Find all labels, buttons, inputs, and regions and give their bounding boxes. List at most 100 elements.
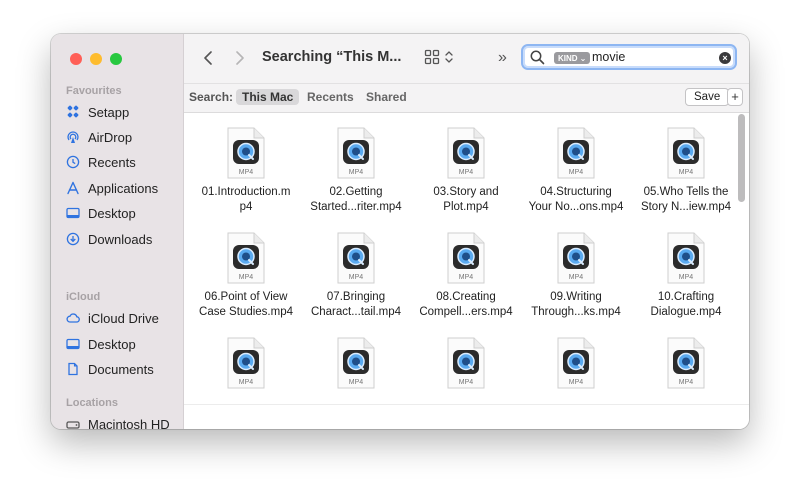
file-name-line1: 09.Writing: [550, 291, 602, 303]
kind-token[interactable]: KIND ⌄: [554, 52, 591, 64]
minimize-button[interactable]: [90, 53, 102, 65]
file-type-label: MP4: [459, 274, 474, 281]
file-item[interactable]: MP4 10.Crafting Dialogue.mp4: [631, 232, 735, 320]
sidebar-item-icloud-desktop[interactable]: Desktop: [66, 334, 136, 354]
file-item[interactable]: MP4: [521, 337, 631, 395]
favourites-title: Favourites: [66, 85, 122, 97]
search-field[interactable]: KIND ⌄ movie ×: [521, 44, 737, 70]
sidebar-item-documents[interactable]: Documents: [66, 359, 154, 379]
sidebar-item-airdrop[interactable]: AirDrop: [66, 127, 132, 147]
file-type-label: MP4: [239, 169, 254, 176]
sidebar-item-label: iCloud Drive: [88, 310, 159, 326]
chevron-right-icon: [236, 51, 244, 65]
file-item[interactable]: MP4 01.Introduction.m p4: [191, 127, 301, 215]
cloud-icon: [66, 313, 80, 323]
file-name-line1: 02.Getting: [329, 186, 383, 198]
save-search-button[interactable]: Save: [685, 88, 730, 106]
file-item[interactable]: MP4 04.Structuring Your No...ons.mp4: [521, 127, 631, 215]
file-item[interactable]: MP4 02.Getting Started...riter.mp4: [301, 127, 411, 215]
icloud-title: iCloud: [66, 291, 101, 303]
mp4-file-icon: MP4: [557, 337, 595, 389]
file-type-label: MP4: [459, 379, 474, 386]
sidebar-item-applications[interactable]: Applications: [66, 178, 158, 198]
file-item[interactable]: MP4 08.Creating Compell...ers.mp4: [411, 232, 521, 320]
setapp-icon: [67, 105, 79, 118]
window-title: Searching “This M...: [262, 49, 402, 65]
file-name: 06.Point of View Case Studies.mp4: [191, 290, 301, 320]
mp4-file-icon: MP4: [227, 232, 265, 284]
zoom-button[interactable]: [110, 53, 122, 65]
file-name-line1: 10.Crafting: [657, 291, 715, 303]
sidebar-item-macintosh-hd[interactable]: Macintosh HD: [66, 414, 170, 429]
scope-label: Search:: [189, 90, 234, 104]
file-type-label: MP4: [569, 169, 584, 176]
file-item[interactable]: MP4 06.Point of View Case Studies.mp4: [191, 232, 301, 320]
file-name-line2: Started...riter.mp4: [310, 201, 402, 213]
mp4-file-icon: MP4: [337, 232, 375, 284]
file-item[interactable]: MP4: [411, 337, 521, 395]
file-item[interactable]: MP4 09.Writing Through...ks.mp4: [521, 232, 631, 320]
forward-button[interactable]: [231, 49, 249, 67]
mp4-file-icon: MP4: [667, 337, 705, 389]
file-item[interactable]: MP4: [301, 337, 411, 395]
applications-icon: [67, 181, 79, 195]
file-name: 10.Crafting Dialogue.mp4: [631, 290, 735, 320]
file-name-line2: Compell...ers.mp4: [419, 306, 513, 318]
mp4-file-icon: MP4: [667, 127, 705, 179]
file-item[interactable]: MP4 07.Bringing Charact...tail.mp4: [301, 232, 411, 320]
sidebar-item-downloads[interactable]: Downloads: [66, 229, 152, 249]
file-name: 04.Structuring Your No...ons.mp4: [521, 185, 631, 215]
file-type-label: MP4: [239, 379, 254, 386]
sidebar-item-label: Macintosh HD: [88, 416, 170, 430]
sidebar-item-label: Desktop: [88, 205, 136, 221]
vertical-scrollbar[interactable]: [738, 114, 745, 202]
sidebar-item-recents[interactable]: Recents: [66, 152, 136, 172]
file-type-label: MP4: [349, 379, 364, 386]
sidebar-item-desktop[interactable]: Desktop: [66, 203, 136, 223]
main-pane: Searching “This M... » KIND ⌄ movie × Sea…: [184, 34, 749, 429]
more-toolbar-icon[interactable]: »: [498, 49, 507, 67]
file-item[interactable]: MP4: [631, 337, 735, 395]
mp4-file-icon: MP4: [337, 127, 375, 179]
clear-search-icon[interactable]: ×: [719, 52, 731, 64]
divider: [184, 404, 749, 405]
sidebar: Favourites Setapp AirDrop Recents Applic…: [51, 34, 184, 429]
scope-this-mac[interactable]: This Mac: [236, 89, 300, 105]
close-button[interactable]: [70, 53, 82, 65]
view-mode-button[interactable]: [424, 49, 453, 65]
file-type-label: MP4: [679, 379, 694, 386]
file-name-line2: Through...ks.mp4: [531, 306, 621, 318]
file-name-line1: 03.Story and: [433, 186, 499, 198]
scope-recents[interactable]: Recents: [301, 89, 360, 105]
file-name-line2: Plot.mp4: [443, 201, 489, 213]
file-item[interactable]: MP4 05.Who Tells the Story N...iew.mp4: [631, 127, 735, 215]
desktop-icon: [66, 338, 80, 350]
file-type-label: MP4: [349, 274, 364, 281]
mp4-file-icon: MP4: [337, 337, 375, 389]
file-grid: MP4 01.Introduction.m p4 MP4 02.Getting Start…: [184, 113, 735, 429]
scope-shared[interactable]: Shared: [360, 89, 413, 105]
file-item[interactable]: MP4: [191, 337, 301, 395]
file-name-line2: Charact...tail.mp4: [310, 306, 402, 318]
disk-icon: [66, 421, 80, 429]
sidebar-item-setapp[interactable]: Setapp: [66, 102, 129, 122]
traffic-lights: [70, 53, 122, 65]
back-button[interactable]: [199, 49, 217, 67]
add-criteria-button[interactable]: +: [727, 88, 743, 106]
file-name: 09.Writing Through...ks.mp4: [521, 290, 631, 320]
file-item[interactable]: MP4 03.Story and Plot.mp4: [411, 127, 521, 215]
file-name-line1: 04.Structuring: [540, 186, 612, 198]
airdrop-icon: [67, 131, 79, 143]
file-type-label: MP4: [569, 274, 584, 281]
mp4-file-icon: MP4: [557, 127, 595, 179]
download-icon: [66, 232, 80, 246]
file-type-label: MP4: [239, 274, 254, 281]
file-name: 08.Creating Compell...ers.mp4: [411, 290, 521, 320]
sidebar-item-icloud-drive[interactable]: iCloud Drive: [66, 308, 159, 328]
token-label: KIND: [558, 53, 578, 63]
file-name: 01.Introduction.m p4: [191, 185, 301, 215]
sidebar-item-label: Recents: [88, 154, 136, 170]
search-query: movie: [592, 50, 626, 64]
mp4-file-icon: MP4: [447, 337, 485, 389]
file-name-line1: 05.Who Tells the: [643, 186, 729, 198]
